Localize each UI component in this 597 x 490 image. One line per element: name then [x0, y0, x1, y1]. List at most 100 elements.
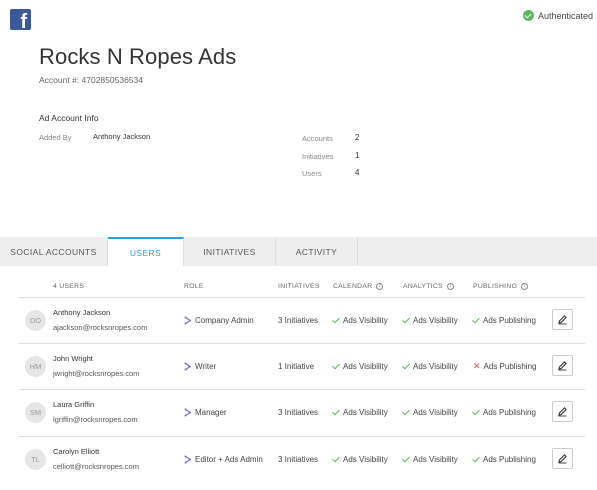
- x-icon: ✕: [473, 361, 481, 371]
- analytics-permission-label: Ads Visibility: [413, 362, 458, 371]
- header-publishing: PUBLISHING i: [473, 283, 529, 290]
- header-analytics: ANALYTICS i: [403, 283, 454, 290]
- role-icon: [184, 316, 192, 325]
- table-header: 4 USERS ROLE INITIATIVES CALENDAR i ANALY…: [0, 283, 597, 293]
- header-calendar-label: CALENDAR: [333, 283, 373, 290]
- edit-user-button[interactable]: [552, 448, 573, 469]
- header-users: 4 USERS: [53, 283, 85, 290]
- publishing-permission-label: Ads Publishing: [483, 408, 536, 417]
- user-initiatives: 3 Initiatives: [278, 316, 319, 325]
- publishing-permission-label: Ads Publishing: [483, 316, 536, 325]
- user-role: Editor + Ads Admin: [184, 455, 263, 464]
- check-icon: [402, 361, 410, 370]
- header-calendar: CALENDAR i: [333, 283, 384, 290]
- facebook-icon: f: [10, 9, 31, 32]
- tab-initiatives[interactable]: INITIATIVES: [184, 237, 276, 266]
- user-email: jwright@rocksnropes.com: [53, 369, 140, 378]
- analytics-permission-label: Ads Visibility: [413, 455, 458, 464]
- user-name: John Wright: [53, 354, 93, 363]
- analytics-permission-label: Ads Visibility: [413, 408, 458, 417]
- section-title: Ad Account Info: [39, 113, 99, 123]
- user-email: celliott@rocksnropes.com: [53, 462, 139, 471]
- info-icon[interactable]: i: [521, 283, 529, 290]
- edit-user-button[interactable]: [552, 401, 573, 422]
- check-icon: [332, 454, 340, 463]
- stat-value-accounts: 2: [355, 133, 360, 142]
- calendar-permission: Ads Visibility: [332, 407, 388, 417]
- publishing-permission: Ads Publishing: [472, 315, 536, 325]
- added-by-value: Anthony Jackson: [93, 132, 151, 141]
- tab-users[interactable]: USERS: [108, 237, 184, 266]
- tab-social-accounts[interactable]: SOCIAL ACCOUNTS: [0, 237, 108, 266]
- pencil-icon: [558, 454, 567, 464]
- added-by-label: Added By: [39, 133, 72, 142]
- table-row: HM John Wright jwright@rocksnropes.com Writ…: [0, 344, 597, 390]
- calendar-permission-label: Ads Visibility: [343, 362, 388, 371]
- check-icon: [472, 315, 480, 324]
- auth-status-label: Authenticated: [537, 10, 593, 21]
- analytics-permission-label: Ads Visibility: [413, 316, 458, 325]
- analytics-permission: Ads Visibility: [402, 407, 458, 417]
- avatar: DO: [25, 310, 46, 331]
- auth-status: Authenticated: [522, 10, 593, 21]
- edit-user-button[interactable]: [552, 355, 573, 376]
- stat-label-users: Users: [302, 169, 322, 178]
- edit-user-button[interactable]: [552, 309, 573, 330]
- header-initiatives: INITIATIVES: [278, 283, 320, 290]
- calendar-permission: Ads Visibility: [332, 361, 388, 371]
- tab-activity[interactable]: ACTIVITY: [276, 237, 358, 266]
- calendar-permission-label: Ads Visibility: [343, 455, 388, 464]
- user-name: Anthony Jackson: [53, 308, 111, 317]
- role-icon: [184, 408, 192, 417]
- analytics-permission: Ads Visibility: [402, 454, 458, 464]
- info-icon[interactable]: i: [376, 283, 384, 290]
- check-icon: [402, 454, 410, 463]
- check-icon: [332, 315, 340, 324]
- publishing-permission: Ads Publishing: [472, 454, 536, 464]
- user-initiatives: 1 Initiative: [278, 362, 315, 371]
- user-role-label: Editor + Ads Admin: [195, 455, 263, 464]
- page-title: Rocks N Ropes Ads: [39, 44, 237, 69]
- publishing-permission: ✕ Ads Publishing: [473, 361, 537, 372]
- publishing-permission-label: Ads Publishing: [483, 455, 536, 464]
- user-name: Laura Griffin: [53, 400, 95, 409]
- publishing-permission: Ads Publishing: [472, 407, 536, 417]
- header-role: ROLE: [184, 283, 204, 290]
- stat-label-accounts: Accounts: [302, 134, 333, 143]
- user-role: Manager: [184, 408, 227, 417]
- check-icon: [332, 361, 340, 370]
- check-icon: [402, 315, 410, 324]
- check-circle-icon: [522, 10, 534, 21]
- publishing-permission-label: Ads Publishing: [483, 362, 537, 371]
- user-initiatives: 3 Initiatives: [278, 408, 319, 417]
- pencil-icon: [558, 361, 567, 371]
- user-role: Company Admin: [184, 316, 254, 325]
- calendar-permission: Ads Visibility: [332, 315, 388, 325]
- header-analytics-label: ANALYTICS: [403, 283, 443, 290]
- header-publishing-label: PUBLISHING: [473, 283, 518, 290]
- stat-value-initiatives: 1: [355, 151, 360, 160]
- avatar: HM: [25, 356, 46, 377]
- table-row: SM Laura Griffin lgriffin@rocksnropes.com M…: [0, 390, 597, 436]
- check-icon: [472, 454, 480, 463]
- calendar-permission-label: Ads Visibility: [343, 316, 388, 325]
- pencil-icon: [558, 407, 567, 417]
- user-role-label: Manager: [195, 408, 227, 417]
- calendar-permission: Ads Visibility: [332, 454, 388, 464]
- tab-bar: SOCIAL ACCOUNTS USERS INITIATIVES ACTIVI…: [0, 237, 597, 266]
- user-email: ajackson@rocksnropes.com: [53, 323, 148, 332]
- analytics-permission: Ads Visibility: [402, 315, 458, 325]
- user-initiatives: 3 Initiatives: [278, 455, 319, 464]
- calendar-permission-label: Ads Visibility: [343, 408, 388, 417]
- user-role-label: Writer: [195, 362, 217, 371]
- table-row: DO Anthony Jackson ajackson@rocksnropes.co…: [0, 298, 597, 344]
- avatar: SM: [25, 402, 46, 423]
- pencil-icon: [558, 315, 567, 325]
- check-icon: [472, 407, 480, 416]
- account-number: Account #: 4702850536534: [39, 75, 143, 85]
- check-icon: [332, 407, 340, 416]
- info-icon[interactable]: i: [446, 283, 454, 290]
- stat-value-users: 4: [355, 168, 360, 177]
- stat-label-initiatives: Initiatives: [302, 152, 334, 161]
- user-email: lgriffin@rocksnropes.com: [53, 415, 138, 424]
